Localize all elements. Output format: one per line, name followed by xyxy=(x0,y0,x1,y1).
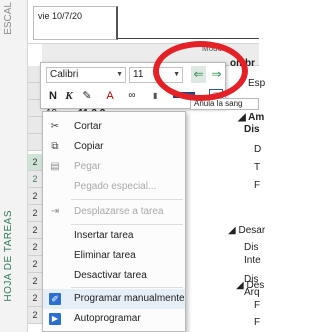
row-number[interactable]: 2 xyxy=(28,188,42,205)
menu-item-label: Programar manualmente xyxy=(74,293,185,304)
menu-separator xyxy=(71,199,183,200)
link-icon: ∞ xyxy=(128,90,136,101)
font-name-value: Calibri xyxy=(50,69,79,80)
menu-item-label: Desplazarse a tarea xyxy=(74,206,164,217)
menu-item-label: Eliminar tarea xyxy=(74,250,136,261)
highlight-ring xyxy=(153,41,248,101)
timeline-date-box: vie 10/7/20 xyxy=(33,6,118,40)
timeline-date: vie 10/7/20 xyxy=(38,11,83,21)
row-number[interactable]: 2 xyxy=(28,290,42,307)
menu-item-label: Pegar xyxy=(74,161,101,172)
menu-item-label: Pegado especial... xyxy=(74,181,157,192)
context-menu: ✂ Cortar ⧉ Copiar ▤ Pegar Pegado especia… xyxy=(42,111,186,332)
timeline-axis xyxy=(118,38,259,39)
menu-item-scroll-to-task[interactable]: ⇥ Desplazarse a tarea xyxy=(43,202,185,222)
menu-item-copy[interactable]: ⧉ Copiar xyxy=(43,137,185,157)
row-number[interactable]: 2 xyxy=(28,307,42,324)
menu-item-insert-task[interactable]: Insertar tarea xyxy=(43,226,185,246)
row-number[interactable]: 2 xyxy=(28,256,42,273)
chevron-down-icon: ▼ xyxy=(116,71,123,78)
highlight-icon: ✎ xyxy=(82,90,92,102)
menu-item-manual-schedule[interactable]: ✐ Programar manualmente xyxy=(43,289,185,309)
link-button[interactable]: ∞ xyxy=(125,87,139,105)
row-number[interactable] xyxy=(28,117,42,134)
font-name-select[interactable]: Calibri ▼ xyxy=(46,67,126,83)
task-name-cell[interactable]: F xyxy=(254,317,260,328)
menu-separator xyxy=(71,224,183,225)
menu-item-deactivate-task[interactable]: Desactivar tarea xyxy=(43,266,185,286)
highlight-button[interactable]: ✎▾ xyxy=(79,87,99,125)
menu-item-cut[interactable]: ✂ Cortar xyxy=(43,117,185,137)
scissors-icon: ✂ xyxy=(50,121,60,132)
progress-icon: ▮ xyxy=(153,91,158,100)
menu-item-paste[interactable]: ▤ Pegar xyxy=(43,157,185,177)
task-progress-button[interactable]: ▮ xyxy=(153,87,157,105)
scroll-to-task-icon: ⇥ xyxy=(50,206,60,217)
row-number[interactable] xyxy=(28,134,42,151)
menu-item-label: Desactivar tarea xyxy=(74,270,147,281)
task-name-cell[interactable]: T xyxy=(254,162,260,173)
menu-item-label: Cortar xyxy=(74,121,102,132)
row-number[interactable]: 2 xyxy=(28,222,42,239)
task-name-cell[interactable]: Inte xyxy=(244,255,261,266)
paste-icon: ▤ xyxy=(50,161,60,172)
timeline-pane[interactable]: vie 10/7/20 xyxy=(28,0,259,44)
row-number[interactable]: 2 xyxy=(28,273,42,290)
font-color-button[interactable]: A▾ xyxy=(103,87,121,125)
row-number[interactable]: 2 xyxy=(28,154,42,171)
menu-item-label: Autoprogramar xyxy=(74,313,141,324)
row-number[interactable]: 2 xyxy=(28,205,42,222)
left-view-strip: ESCAL HOJA DE TAREAS xyxy=(0,0,28,332)
timeline-view-label: ESCAL xyxy=(3,2,14,35)
menu-item-delete-task[interactable]: Eliminar tarea xyxy=(43,246,185,266)
bold-button[interactable]: N xyxy=(47,87,59,105)
task-name-cell[interactable]: ◢ Des xyxy=(236,280,264,291)
task-name-cell[interactable]: Dis xyxy=(244,124,260,135)
task-sheet-view-label[interactable]: HOJA DE TAREAS xyxy=(3,210,14,302)
menu-item-paste-special[interactable]: Pegado especial... xyxy=(43,177,185,197)
font-color-icon: A xyxy=(106,90,114,102)
menu-item-label: Insertar tarea xyxy=(74,230,134,241)
font-size-value: 11 xyxy=(133,69,144,80)
task-name-cell[interactable]: D xyxy=(254,144,261,155)
task-name-cell[interactable]: Esp xyxy=(248,78,265,89)
menu-item-auto-schedule[interactable]: ▶ Autoprogramar xyxy=(43,309,185,329)
task-name-cell[interactable]: F xyxy=(254,300,260,311)
auto-schedule-icon: ▶ xyxy=(49,313,61,325)
task-name-cell[interactable]: F xyxy=(254,180,260,191)
copy-icon: ⧉ xyxy=(51,141,59,152)
task-name-cell[interactable]: ◢ Desar xyxy=(228,225,265,236)
menu-item-label: Copiar xyxy=(74,141,104,152)
italic-button[interactable]: K xyxy=(63,87,75,105)
pin-icon: ✐ xyxy=(49,293,61,305)
task-name-cell[interactable]: ◢ Am xyxy=(238,112,264,123)
row-number[interactable]: 2 xyxy=(28,239,42,256)
task-name-cell[interactable]: Dis xyxy=(244,242,258,253)
row-number[interactable]: 2 xyxy=(28,171,42,188)
menu-separator xyxy=(71,287,183,288)
